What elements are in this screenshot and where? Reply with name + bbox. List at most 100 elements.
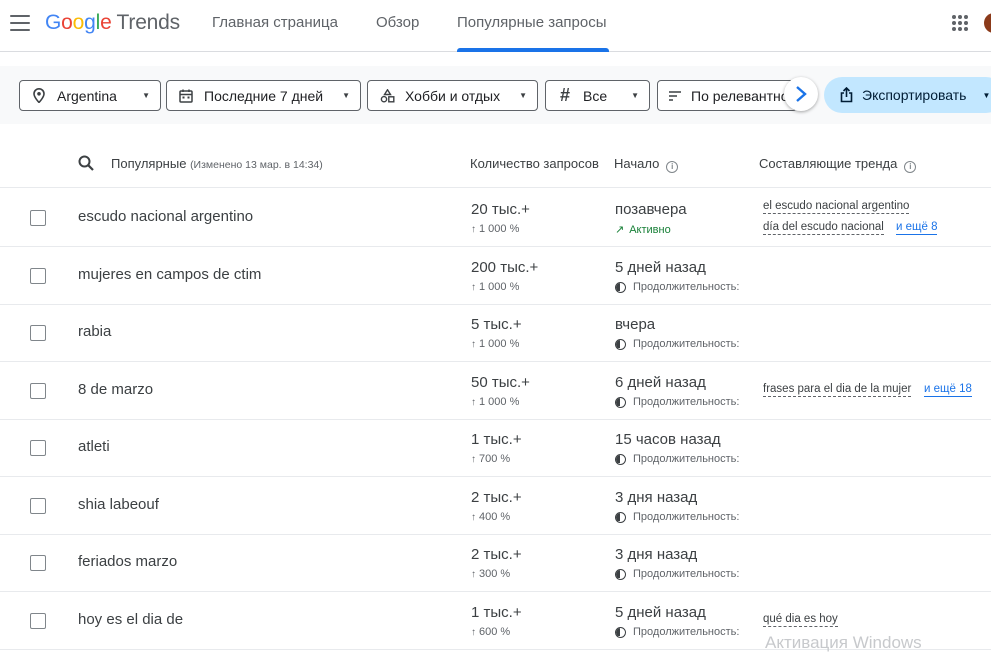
- row-checkbox[interactable]: [30, 555, 46, 571]
- row-checkbox[interactable]: [30, 440, 46, 456]
- breakdown-query[interactable]: frases para el dia de la mujer: [763, 383, 912, 397]
- period-filter[interactable]: Последние 7 дней ▼: [166, 80, 361, 111]
- top-app-bar: Google Trends Главная страница Обзор Попу…: [0, 0, 991, 52]
- trend-type-filter-label: Все: [583, 87, 608, 104]
- breakdown-query[interactable]: el escudo nacional argentino: [763, 200, 910, 214]
- chevron-down-icon: ▼: [982, 90, 991, 100]
- active-tab-indicator: [457, 48, 609, 52]
- arrow-up-icon: ↑: [471, 627, 476, 638]
- trending-up-icon: ↗: [615, 224, 625, 236]
- avatar[interactable]: [984, 13, 991, 33]
- tab-trending-now[interactable]: Популярные запросы: [457, 14, 607, 31]
- export-button[interactable]: Экспортировать ▼: [824, 77, 991, 113]
- trend-term[interactable]: 8 de marzo: [78, 381, 153, 398]
- duration-icon: [615, 511, 626, 523]
- hashtag-icon: #: [559, 85, 570, 105]
- duration-label: Продолжительность:: [633, 396, 740, 408]
- table-row[interactable]: escudo nacional argentino 20 тыс.+ ↑ 1 000 …: [0, 189, 991, 247]
- started-header-label: Начало: [614, 156, 660, 171]
- volume-change-value: 1 000 %: [479, 223, 520, 235]
- logo-trends-text: Trends: [116, 11, 181, 34]
- location-filter-label: Argentina: [57, 87, 117, 104]
- share-icon: [840, 87, 853, 103]
- table-row[interactable]: shia labeouf 2 тыс.+ ↑ 400 % 3 дня назад Прод…: [0, 477, 991, 535]
- volume-change: ↑ 400 %: [471, 511, 510, 523]
- breakdown-query[interactable]: qué dia es hoy: [763, 613, 838, 627]
- row-checkbox[interactable]: [30, 268, 46, 284]
- started-column-header[interactable]: Начало i: [614, 156, 679, 173]
- chevron-right-icon[interactable]: [784, 77, 818, 111]
- google-apps-icon[interactable]: [952, 15, 968, 31]
- duration-status: Продолжительность:: [615, 453, 745, 465]
- trend-type-filter[interactable]: # Все ▼: [545, 80, 650, 111]
- chevron-down-icon: ▼: [519, 91, 527, 100]
- volume-column-header[interactable]: Количество запросов: [470, 156, 601, 171]
- sort-filter[interactable]: По релевантности: [657, 80, 797, 111]
- row-checkbox[interactable]: [30, 210, 46, 226]
- started-time: 15 часов назад: [615, 431, 721, 448]
- main-menu-icon[interactable]: [10, 12, 30, 34]
- volume-change-value: 1 000 %: [479, 338, 520, 350]
- trend-term[interactable]: hoy es el dia de: [78, 611, 183, 628]
- table-row[interactable]: atleti 1 тыс.+ ↑ 700 % 15 часов назад Продолж…: [0, 419, 991, 477]
- trend-term[interactable]: mujeres en campos de ctim: [78, 266, 261, 283]
- trend-term[interactable]: atleti: [78, 438, 110, 455]
- more-breakdown-link[interactable]: и ещё 18: [924, 383, 972, 397]
- volume-change: ↑ 600 %: [471, 626, 510, 638]
- row-checkbox[interactable]: [30, 325, 46, 341]
- trend-term[interactable]: escudo nacional argentino: [78, 208, 253, 225]
- started-time: 3 дня назад: [615, 489, 698, 506]
- sort-icon: [668, 90, 682, 101]
- tab-home[interactable]: Главная страница: [212, 14, 338, 31]
- more-breakdown-link[interactable]: и ещё 8: [896, 221, 938, 235]
- volume-change-value: 400 %: [479, 511, 511, 523]
- location-filter[interactable]: Argentina ▼: [19, 80, 161, 111]
- trend-term[interactable]: feriados marzo: [78, 553, 177, 570]
- table-row[interactable]: rabia 5 тыс.+ ↑ 1 000 % вчера Продолжительнос…: [0, 304, 991, 362]
- duration-status: Продолжительность:: [615, 511, 745, 523]
- google-trends-logo[interactable]: Google Trends: [45, 10, 180, 36]
- category-filter[interactable]: Хобби и отдых ▼: [367, 80, 538, 111]
- status-label: Активно: [629, 223, 671, 236]
- trend-term[interactable]: shia labeouf: [78, 496, 159, 513]
- trend-term[interactable]: rabia: [78, 323, 111, 340]
- table-row[interactable]: 8 de marzo 50 тыс.+ ↑ 1 000 % 6 дней назад Пр…: [0, 362, 991, 420]
- search-volume: 1 тыс.+: [471, 604, 522, 621]
- duration-status: Продолжительность:: [615, 626, 745, 638]
- breakdown-query[interactable]: día del escudo nacional: [763, 221, 884, 235]
- table-row[interactable]: mujeres en campos de ctim 200 тыс.+ ↑ 1 000…: [0, 247, 991, 305]
- trends-table: Популярные (Изменено 13 мар. в 14:34) Ко…: [0, 138, 991, 650]
- duration-status: Продолжительность:: [615, 568, 745, 580]
- table-row[interactable]: feriados marzo 2 тыс.+ ↑ 300 % 3 дня назад Пр…: [0, 534, 991, 592]
- started-time: вчера: [615, 316, 656, 333]
- row-checkbox[interactable]: [30, 498, 46, 514]
- volume-change: ↑ 700 %: [471, 453, 510, 465]
- started-time: 3 дня назад: [615, 546, 698, 563]
- row-checkbox[interactable]: [30, 383, 46, 399]
- arrow-up-icon: ↑: [471, 454, 476, 465]
- duration-status: Продолжительность:: [615, 338, 745, 350]
- started-time: 6 дней назад: [615, 374, 706, 391]
- search-volume: 5 тыс.+: [471, 316, 522, 333]
- duration-icon: [615, 568, 626, 580]
- calendar-icon: [177, 89, 195, 103]
- arrow-up-icon: ↑: [471, 339, 476, 350]
- trends-column-header: Популярные (Изменено 13 мар. в 14:34): [111, 156, 323, 171]
- chevron-down-icon: ▼: [142, 91, 150, 100]
- updated-timestamp: (Изменено 13 мар. в 14:34): [190, 159, 323, 171]
- search-volume: 20 тыс.+: [471, 201, 530, 218]
- volume-change-value: 300 %: [479, 568, 511, 580]
- tab-explore[interactable]: Обзор: [376, 14, 419, 31]
- arrow-up-icon: ↑: [471, 224, 476, 235]
- search-icon[interactable]: [78, 155, 94, 176]
- volume-change: ↑ 1 000 %: [471, 338, 519, 350]
- row-checkbox[interactable]: [30, 613, 46, 629]
- search-volume: 50 тыс.+: [471, 374, 530, 391]
- duration-icon: [615, 281, 626, 293]
- trends-header-label: Популярные: [111, 156, 187, 171]
- status-badge: ↗ Активно: [615, 223, 745, 237]
- windows-activation-watermark: Активация Windows: [765, 633, 922, 652]
- info-icon[interactable]: i: [666, 161, 679, 173]
- info-icon[interactable]: i: [904, 161, 917, 173]
- chevron-down-icon: ▼: [342, 91, 350, 100]
